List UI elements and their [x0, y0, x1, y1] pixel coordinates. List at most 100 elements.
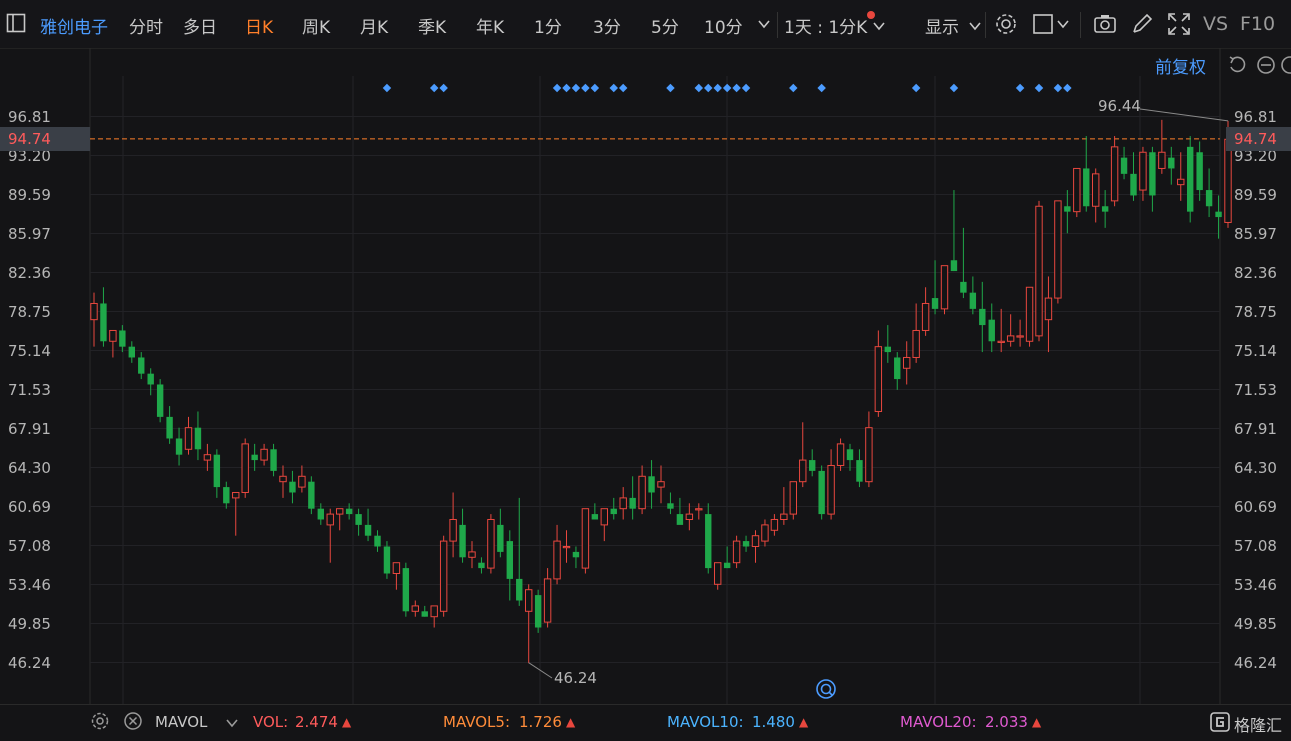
tab-intraday[interactable]: 分时	[129, 13, 163, 38]
candle-body	[100, 303, 107, 342]
candle-body	[336, 508, 344, 515]
candle-body	[695, 508, 703, 511]
vs-button[interactable]: VS	[1203, 13, 1228, 35]
candle-body	[383, 546, 391, 574]
indicator-bar: MAVOL VOL: 2.474 ▲ MAVOL5: 1.726 ▲ MAVOL…	[0, 704, 1291, 741]
event-marker	[609, 83, 618, 93]
indicator-settings-icon[interactable]	[90, 711, 110, 731]
interval-chevron-icon[interactable]	[872, 18, 886, 32]
candle-body	[591, 514, 599, 520]
candle-body	[894, 357, 901, 380]
adjust-mode-button[interactable]: 前复权	[1155, 53, 1206, 78]
candle-body	[1130, 173, 1137, 196]
indicator-select[interactable]: MAVOL	[155, 713, 207, 731]
candle-body	[742, 541, 750, 547]
candle-body	[279, 475, 287, 483]
fullscreen-icon[interactable]	[1167, 12, 1191, 36]
candle-body	[1073, 167, 1081, 213]
candle-body	[374, 535, 381, 547]
candle-body	[572, 551, 580, 558]
candle-body	[260, 448, 268, 461]
candle-body	[629, 497, 636, 509]
tab-weekly-k[interactable]: 周K	[302, 13, 330, 38]
interval-select[interactable]: 1天 : 1分K	[784, 13, 867, 38]
stock-name[interactable]: 雅创电子	[40, 13, 108, 38]
price-axis-label: 71.53	[1234, 381, 1277, 399]
candle-body	[1044, 297, 1053, 321]
candle-body	[439, 540, 448, 612]
price-axis-label: 89.59	[8, 186, 51, 204]
candle-body	[856, 460, 863, 482]
camera-icon[interactable]	[1093, 12, 1117, 36]
candle-body	[648, 476, 655, 493]
candle-body	[138, 357, 145, 374]
tab-5min[interactable]: 5分	[651, 13, 679, 38]
candle-body	[809, 460, 816, 471]
candle-body	[799, 459, 807, 483]
candle-body	[175, 438, 183, 455]
chevron-down-icon[interactable]	[757, 16, 771, 30]
candle-body	[657, 481, 665, 488]
candle-body	[430, 605, 438, 618]
display-chevron-icon[interactable]	[968, 18, 982, 32]
candle-body	[874, 346, 883, 412]
tab-1min[interactable]: 1分	[534, 13, 562, 38]
candle-body	[581, 508, 590, 569]
candle-body	[128, 346, 135, 358]
square-chevron-icon[interactable]	[1056, 16, 1070, 30]
close-icon[interactable]	[123, 711, 143, 731]
pen-icon[interactable]	[1130, 12, 1154, 36]
candle-body	[676, 514, 684, 525]
tab-10min[interactable]: 10分	[704, 13, 743, 38]
price-axis-label: 60.69	[1234, 498, 1277, 516]
candle-body	[421, 611, 428, 617]
candle-body	[1101, 206, 1109, 212]
mavol20-value: 2.033	[985, 713, 1028, 731]
chart-canvas[interactable]	[0, 48, 1291, 704]
candle-body	[392, 562, 401, 575]
candle-body	[846, 449, 854, 461]
tab-quarterly-k[interactable]: 季K	[418, 13, 446, 38]
tab-multi-day[interactable]: 多日	[183, 13, 217, 38]
candle-body	[836, 443, 845, 466]
candle-body	[1177, 178, 1185, 186]
zoom-out-icon[interactable]	[1256, 55, 1276, 75]
candle-body	[770, 518, 779, 531]
panel-toggle-icon[interactable]	[6, 13, 26, 33]
up-arrow-icon: ▲	[1032, 715, 1042, 729]
undo-icon[interactable]	[1227, 55, 1247, 75]
candle-body	[969, 292, 977, 309]
candle-body	[147, 373, 154, 385]
event-marker	[911, 83, 921, 93]
event-marker	[732, 83, 741, 93]
search-indicator-icon[interactable]	[815, 678, 837, 700]
candle-body	[1054, 200, 1062, 299]
price-axis-label: 57.08	[1234, 537, 1277, 555]
candle-body	[638, 475, 646, 510]
mavol20-label: MAVOL20:	[900, 713, 977, 731]
candle-body	[818, 470, 825, 515]
candle-body	[534, 595, 542, 628]
tab-daily-k[interactable]: 日K	[245, 13, 273, 38]
candlestick-chart[interactable]: 96.81 93.20 89.59 85.97 82.36 78.75 75.1…	[0, 48, 1291, 704]
square-icon[interactable]	[1032, 12, 1056, 36]
event-marker	[571, 83, 581, 93]
display-menu[interactable]: 显示	[925, 13, 959, 38]
candle-body	[705, 514, 712, 569]
settings-icon[interactable]	[994, 12, 1018, 36]
zoom-in-icon[interactable]	[1280, 55, 1291, 75]
low-price-annotation: 46.24	[554, 669, 597, 687]
tab-3min[interactable]: 3分	[593, 13, 621, 38]
price-axis-label: 60.69	[8, 498, 51, 516]
event-marker	[704, 83, 713, 93]
f10-button[interactable]: F10	[1240, 13, 1275, 35]
candle-body	[1092, 173, 1100, 207]
tab-monthly-k[interactable]: 月K	[360, 13, 388, 38]
tab-yearly-k[interactable]: 年K	[476, 13, 504, 38]
candle-body	[912, 329, 920, 358]
candle-body	[1120, 157, 1128, 174]
indicator-chevron-icon[interactable]	[225, 715, 239, 729]
toolbar: 雅创电子 分时 多日 日K 周K 月K 季K 年K 1分 3分 5分 10分 1…	[0, 0, 1291, 49]
candle-body	[1149, 152, 1156, 196]
event-marker	[713, 83, 722, 93]
